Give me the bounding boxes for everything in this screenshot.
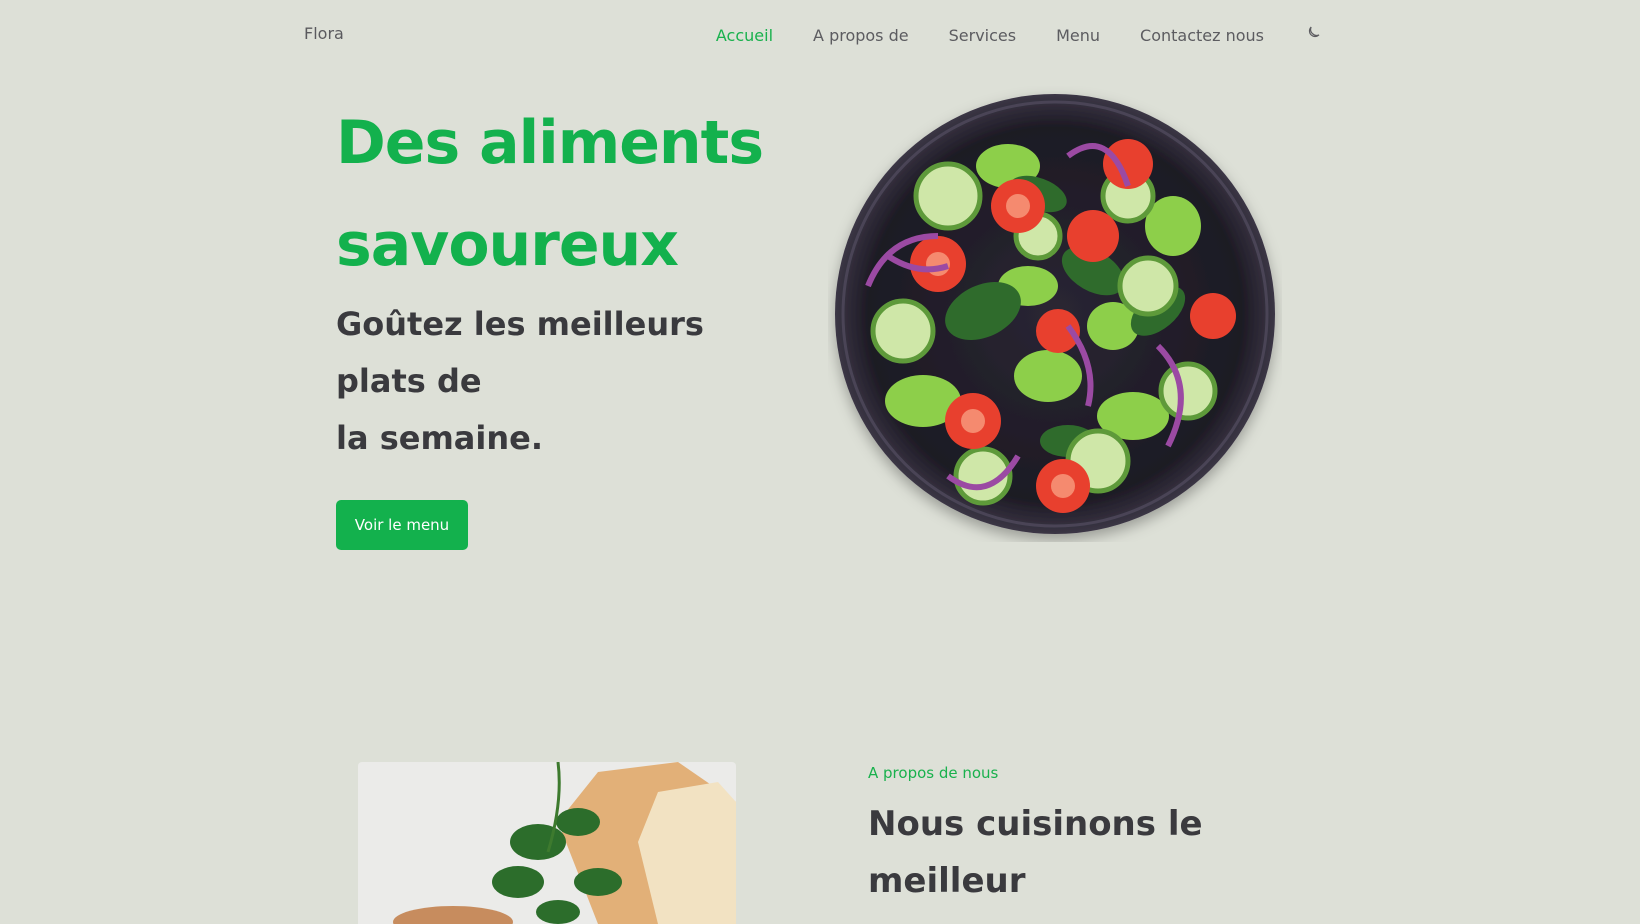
hero-subtitle-line: Goûtez les meilleurs	[336, 305, 704, 343]
hero-subtitle-line: plats de	[336, 362, 482, 400]
hero-subtitle-line: la semaine.	[336, 419, 543, 457]
nav-link-services[interactable]: Services	[949, 26, 1016, 45]
nav-link-contact[interactable]: Contactez nous	[1140, 26, 1264, 45]
main-nav: Accueil A propos de Services Menu Contac…	[716, 24, 1322, 46]
salad-bowl-image	[828, 86, 1282, 542]
moon-icon[interactable]	[1304, 24, 1322, 42]
about-title: Nous cuisinons le meilleur	[868, 804, 1203, 901]
about-kicker: A propos de nous	[868, 764, 999, 782]
ingredients-image	[358, 762, 736, 924]
nav-link-menu[interactable]: Menu	[1056, 26, 1100, 45]
nav-link-accueil[interactable]: Accueil	[716, 26, 773, 45]
view-menu-button[interactable]: Voir le menu	[336, 500, 468, 550]
logo-link[interactable]: Flora	[304, 24, 344, 43]
hero-subtitle: Goûtez les meilleurs plats de la semaine…	[336, 296, 756, 467]
hero-title: Des aliments savoureux	[336, 108, 764, 280]
nav-link-a-propos[interactable]: A propos de	[813, 26, 909, 45]
